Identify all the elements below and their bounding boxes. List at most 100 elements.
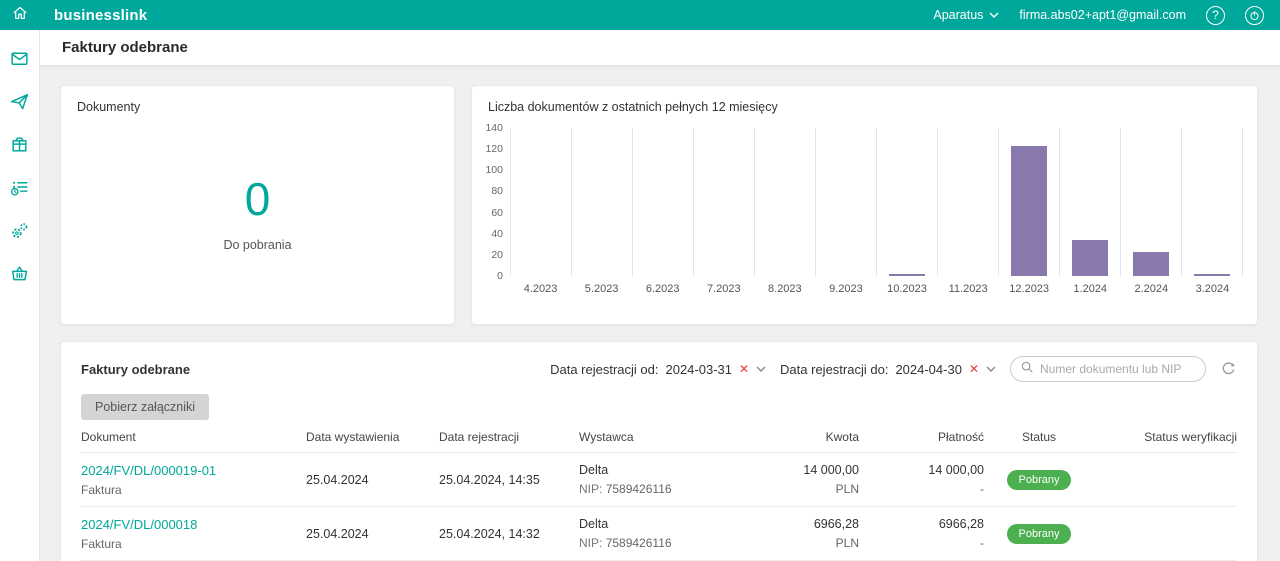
payment-sub: - [980, 482, 984, 496]
document-type: Faktura [81, 536, 122, 551]
issue-date: 25.04.2024 [306, 472, 369, 487]
help-icon[interactable]: ? [1206, 5, 1225, 25]
chart-column [1120, 128, 1181, 276]
nip-label: NIP: [579, 482, 603, 496]
currency: PLN [835, 482, 859, 496]
chart-y-tick: 0 [497, 270, 503, 282]
filter-date-from-value: 2024-03-31 [665, 361, 732, 377]
registration-date: 25.04.2024, 14:32 [439, 526, 540, 541]
col-header-data-wystawienia: Data wystawienia [306, 430, 400, 444]
package-icon [9, 134, 30, 160]
chart-title: Liczba dokumentów z ostatnich pełnych 12… [488, 100, 778, 114]
brand-logo[interactable]: businesslink [54, 7, 147, 24]
documents-to-download-label: Do pobrania [223, 238, 292, 252]
table-row: 2024/FV/DL/000018 Faktura 25.04.2024 25.… [81, 507, 1237, 561]
chart-y-tick: 100 [485, 164, 503, 177]
filter-date-to-label: Data rejestracji do: [780, 361, 889, 377]
chart-y-tick: 60 [491, 206, 503, 219]
clear-date-to-icon[interactable]: ✕ [969, 363, 979, 375]
cards-row: Dokumenty 0 Do pobrania Liczba dokumentó… [60, 85, 1258, 325]
payment-amount: 14 000,00 [928, 463, 984, 477]
chart-x-label: 7.2023 [706, 283, 741, 295]
chart-column [998, 128, 1059, 276]
logout-power-icon[interactable] [1245, 5, 1264, 25]
chart-x-label: 3.2024 [1195, 283, 1230, 295]
col-header-platnosc: Płatność [937, 430, 984, 444]
clear-date-from-icon[interactable]: ✕ [739, 363, 749, 375]
chevron-down-icon[interactable] [986, 365, 996, 373]
inbox-icon [9, 48, 30, 74]
invoices-table-header: Dokument Data wystawienia Data rejestrac… [81, 430, 1237, 453]
chart-column [1181, 128, 1242, 276]
sidebar-item-settings[interactable] [9, 222, 31, 244]
chart-y-axis: 0 20 40 60 80 100 120 140 [480, 122, 510, 282]
col-header-status-weryfikacji: Status weryfikacji [1144, 430, 1237, 444]
page-title: Faktury odebrane [62, 39, 188, 56]
list-check-icon [9, 177, 30, 203]
documents-to-download-count: 0 [244, 173, 271, 225]
table-row: 2024/FV/DL/000019-01 Faktura 25.04.2024 … [81, 453, 1237, 507]
sidebar-item-packages[interactable] [9, 136, 31, 158]
chart-bar [1133, 251, 1169, 276]
sidebar-item-tasks[interactable] [9, 179, 31, 201]
search-box [1010, 356, 1206, 382]
issue-date: 25.04.2024 [306, 526, 369, 541]
registration-date: 25.04.2024, 14:35 [439, 472, 540, 487]
sidebar-item-send[interactable] [9, 93, 31, 115]
filter-date-to[interactable]: Data rejestracji do: 2024-04-30 ✕ [780, 362, 996, 377]
basket-icon [9, 263, 30, 289]
sidebar-item-inbox[interactable] [9, 50, 31, 72]
filter-date-from-label: Data rejestracji od: [550, 361, 659, 377]
sidebar [0, 30, 40, 561]
col-header-wystawca: Wystawca [579, 430, 634, 444]
chart-x-axis: 4.2023 5.2023 6.2023 7.2023 8.2023 9.2023 10.2… [510, 276, 1243, 302]
payment-amount: 6966,28 [938, 517, 984, 531]
col-header-kwota: Kwota [825, 430, 859, 444]
top-bar: businesslink Aparatus firma.abs02+apt1@g… [0, 0, 1280, 30]
download-attachments-button[interactable]: Pobierz załączniki [81, 394, 210, 420]
filter-date-to-value: 2024-04-30 [895, 361, 962, 377]
chart-y-tick: 20 [491, 248, 503, 261]
invoices-card: Faktury odebrane Data rejestracji od: 20… [60, 341, 1258, 561]
chart-column [632, 128, 693, 276]
account-name: Aparatus [933, 8, 984, 22]
chart-y-tick: 40 [491, 227, 503, 240]
chart-x-label: 12.2023 [1009, 283, 1050, 295]
issuer-name: Delta [579, 517, 609, 531]
document-number-link[interactable]: 2024/FV/DL/000019-01 [81, 463, 306, 478]
home-icon [11, 4, 29, 27]
sidebar-item-home[interactable] [0, 0, 40, 30]
chart-bar [1011, 145, 1047, 276]
chart-y-tick: 120 [485, 143, 503, 156]
invoices-title: Faktury odebrane [81, 361, 191, 377]
chevron-down-icon [989, 11, 999, 19]
chevron-down-icon[interactable] [756, 365, 766, 373]
filter-date-from[interactable]: Data rejestracji od: 2024-03-31 ✕ [550, 362, 766, 377]
chart-x-label: 1.2024 [1073, 283, 1108, 295]
refresh-icon[interactable] [1220, 361, 1237, 378]
col-header-dokument: Dokument [81, 430, 136, 444]
chart-column [693, 128, 754, 276]
chart-x-label: 11.2023 [948, 283, 988, 295]
document-number-link[interactable]: 2024/FV/DL/000018 [81, 517, 306, 532]
page-header: Faktury odebrane [40, 30, 1280, 66]
chart-card: Liczba dokumentów z ostatnich pełnych 12… [471, 85, 1258, 325]
chart-x-label: 9.2023 [829, 283, 863, 295]
col-header-status: Status [1021, 430, 1057, 444]
documents-card: Dokumenty 0 Do pobrania [60, 85, 455, 325]
search-input[interactable] [1040, 362, 1196, 376]
chart-column [754, 128, 815, 276]
chart-column [937, 128, 998, 276]
sidebar-item-basket[interactable] [9, 265, 31, 287]
chart-bar [1072, 240, 1108, 276]
nip-label: NIP: [579, 536, 603, 550]
send-icon [9, 91, 30, 117]
account-menu[interactable]: Aparatus [933, 8, 999, 22]
chart-x-label: 5.2023 [584, 283, 619, 295]
chart-bar [1194, 273, 1230, 276]
chart-plot [510, 128, 1243, 276]
gears-icon [9, 220, 30, 246]
chart-x-label: 8.2023 [768, 283, 802, 295]
document-type: Faktura [81, 482, 122, 497]
status-badge: Pobrany [1006, 523, 1072, 544]
